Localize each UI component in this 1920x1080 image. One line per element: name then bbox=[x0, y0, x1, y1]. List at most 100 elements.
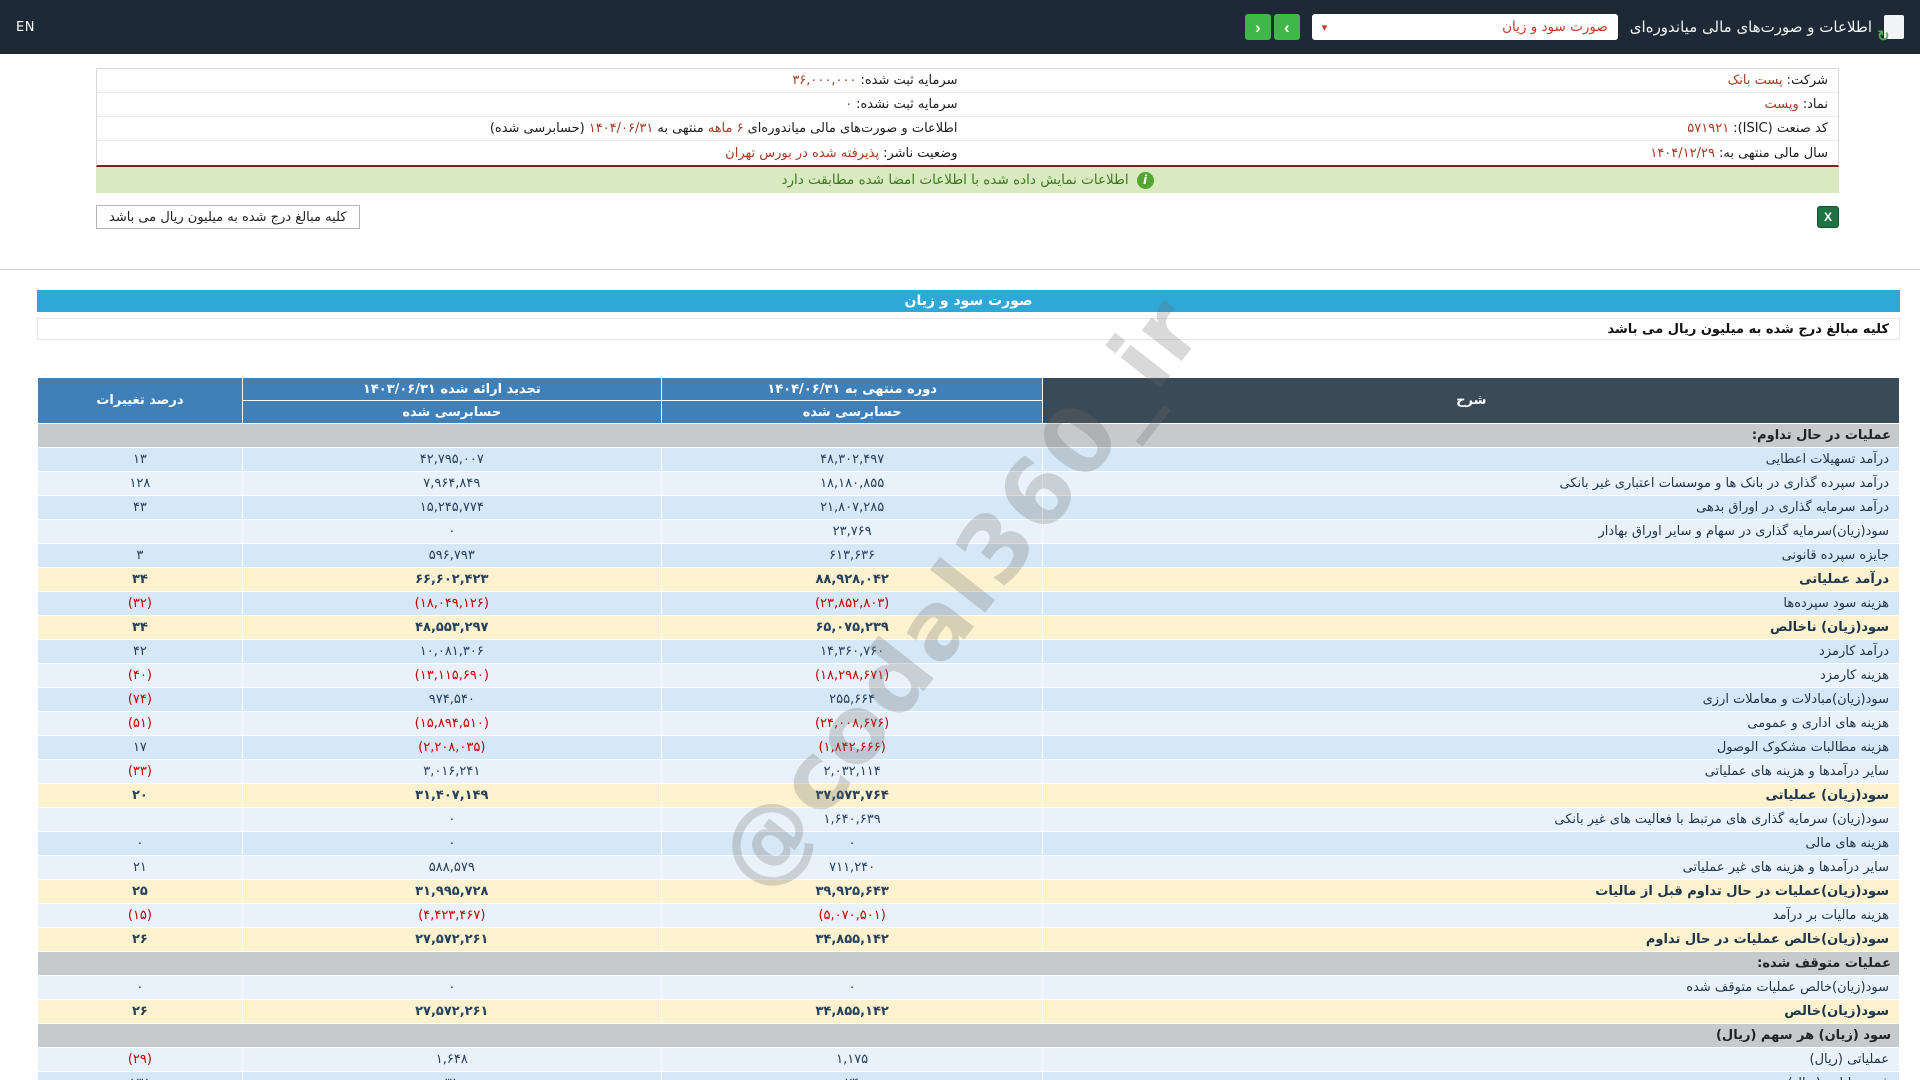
current-period-value: ۱۴,۳۶۰,۷۶۰ bbox=[660, 639, 1044, 664]
prior-period-value: (۴,۴۲۳,۴۶۷) bbox=[241, 903, 662, 928]
report-type-selected-value: صورت سود و زیان bbox=[1502, 19, 1608, 35]
prior-period-value: (۱۳,۱۱۵,۶۹۰) bbox=[241, 663, 662, 688]
statement-data-row: سود(زیان) ناخالص ۶۵,۰۷۵,۲۳۹ ۴۸,۵۵۳,۲۹۷ ۳۴ bbox=[37, 615, 1900, 640]
company-info-value: ۵۷۱۹۲۱ bbox=[1687, 121, 1730, 136]
statement-data-row: سود(زیان)سرمایه گذاری در سهام و سایر اور… bbox=[37, 519, 1900, 544]
row-description: جایزه سپرده قانونی bbox=[1042, 543, 1900, 568]
company-info-label: سرمایه ثبت شده: bbox=[860, 73, 958, 88]
row-description: هزینه مالیات بر درآمد bbox=[1042, 903, 1900, 928]
prior-period-value: ۳۱ bbox=[241, 1071, 662, 1080]
statement-data-row: درآمد سپرده گذاری در بانک ها و موسسات اع… bbox=[37, 471, 1900, 496]
prior-period-value: (۲,۲۰۸,۰۳۵) bbox=[241, 735, 662, 760]
statement-data-row: سود(زیان)عملیات در حال تداوم قبل از مالی… bbox=[37, 879, 1900, 904]
prior-period-value: ۶۶,۶۰۲,۴۲۳ bbox=[241, 567, 662, 592]
row-description: سود(زیان) عملیاتی bbox=[1042, 783, 1900, 808]
change-percent-value: (۷۴) bbox=[37, 687, 243, 712]
col-header-prior-period: تجدید ارائه شده ۱۴۰۳/۰۶/۳۱ bbox=[241, 377, 662, 401]
report-nav-buttons: › ‹ bbox=[1244, 14, 1300, 40]
section-header-row: عملیات متوقف شده: bbox=[37, 951, 1900, 976]
previous-report-button[interactable]: ‹ bbox=[1244, 14, 1271, 40]
change-percent-value: ۳ bbox=[37, 543, 243, 568]
statement-data-row: سود(زیان)خالص عملیات در حال تداوم ۳۴,۸۵۵,… bbox=[37, 927, 1900, 952]
statement-data-row: عملیاتی (ریال) ۱,۱۷۵ ۱,۶۴۸ (۲۹) bbox=[37, 1047, 1900, 1072]
change-percent-value: (۵۱) bbox=[37, 711, 243, 736]
current-period-value: (۵,۰۷۰,۵۰۱) bbox=[660, 903, 1044, 928]
current-period-value: (۱,۸۴۲,۶۶۶) bbox=[660, 735, 1044, 760]
current-period-value: (۲۴,۰۰۸,۶۷۶) bbox=[660, 711, 1044, 736]
page: { "header": { "title": "اطلاعات و صورت‌ه… bbox=[0, 0, 1920, 1080]
prior-period-value: ۱۰,۰۸۱,۳۰۶ bbox=[241, 639, 662, 664]
section-header-row: سود (زیان) هر سهم (ریال) bbox=[37, 1023, 1900, 1048]
row-description: هزینه مطالبات مشکوک الوصول bbox=[1042, 735, 1900, 760]
next-report-button[interactable]: › bbox=[1273, 14, 1300, 40]
company-info-value: وپست bbox=[1764, 97, 1799, 112]
current-period-value: ۲,۰۳۲,۱۱۴ bbox=[660, 759, 1044, 784]
statement-data-row: سود(زیان) سرمایه گذاری های مرتبط با فعال… bbox=[37, 807, 1900, 832]
prior-period-value: ۰ bbox=[241, 807, 662, 832]
company-info-panel: شرکت: پست بانک نماد: وپست کد صنعت (ISIC): … bbox=[96, 68, 1839, 167]
row-description: درآمد کارمزد bbox=[1042, 639, 1900, 664]
company-info-row-right: نماد: وپست bbox=[967, 93, 1838, 117]
prior-period-value: ۳۱,۹۹۵,۷۲۸ bbox=[241, 879, 662, 904]
change-percent-value: ۲۶ bbox=[37, 927, 243, 952]
statement-data-row: غیر عملیاتی (ریال)۷۴۳۱۱۳۸ bbox=[37, 1071, 1900, 1080]
current-period-value: ۳۹,۹۲۵,۶۴۳ bbox=[660, 879, 1044, 904]
row-description: درآمد سپرده گذاری در بانک ها و موسسات اع… bbox=[1042, 471, 1900, 496]
company-info-value: ۰ bbox=[845, 97, 853, 112]
company-info-row-left: سرمایه ثبت شده: ۳۶,۰۰۰,۰۰۰ bbox=[97, 69, 968, 93]
current-period-value: ۲۱,۸۰۷,۲۸۵ bbox=[660, 495, 1044, 520]
company-info-row-left: اطلاعات و صورت‌های مالی میاندوره‌ای ۶ ما… bbox=[97, 117, 968, 141]
current-period-value: (۲۳,۸۵۲,۸۰۳) bbox=[660, 591, 1044, 616]
statement-data-row: درآمد کارمزد ۱۴,۳۶۰,۷۶۰ ۱۰,۰۸۱,۳۰۶ ۴۲ bbox=[37, 639, 1900, 664]
prior-period-value: ۱,۶۴۸ bbox=[241, 1047, 662, 1072]
current-period-value: ۶۵,۰۷۵,۲۳۹ bbox=[660, 615, 1044, 640]
company-info-value: ۱۴۰۴/۱۲/۲۹ bbox=[1650, 145, 1715, 161]
row-description: هزینه های مالی bbox=[1042, 831, 1900, 856]
company-info-row-left: وضعیت ناشر: پذیرفته شده در بورس تهران bbox=[97, 141, 968, 165]
company-info-value: ۶ ماهه bbox=[707, 121, 744, 136]
section-header-label: عملیات در حال تداوم: bbox=[37, 423, 1900, 448]
change-percent-value: ۱۳ bbox=[37, 447, 243, 472]
excel-export-icon[interactable]: X bbox=[1817, 206, 1839, 228]
report-type-dropdown[interactable]: صورت سود و زیان ▾ bbox=[1311, 14, 1618, 40]
units-note-box: کلیه مبالغ درج شده به میلیون ریال می باش… bbox=[96, 205, 360, 229]
statement-data-row: هزینه های مالی ۰ ۰ ۰ bbox=[37, 831, 1900, 856]
change-percent-value bbox=[37, 519, 243, 544]
row-description: سایر درآمدها و هزینه های غیر عملیاتی bbox=[1042, 855, 1900, 880]
current-period-value: ۷۱۱,۲۴۰ bbox=[660, 855, 1044, 880]
prior-period-value: ۳,۰۱۶,۲۴۱ bbox=[241, 759, 662, 784]
company-info-label: شرکت: bbox=[1786, 73, 1828, 88]
company-info-row-right: سال مالی منتهی به: ۱۴۰۴/۱۲/۲۹ bbox=[968, 141, 1839, 165]
signature-match-text: اطلاعات نمایش داده شده با اطلاعات امضا ش… bbox=[781, 172, 1129, 188]
page-title: اطلاعات و صورت‌های مالی میاندوره‌ای bbox=[1629, 18, 1872, 36]
row-description: سود(زیان)مبادلات و معاملات ارزی bbox=[1042, 687, 1900, 712]
prior-period-value: ۰ bbox=[241, 519, 662, 544]
statement-data-row: درآمد سرمایه گذاری در اوراق بدهی ۲۱,۸۰۷,۲… bbox=[37, 495, 1900, 520]
info-icon: i bbox=[1136, 171, 1154, 189]
change-percent-value: ۲۵ bbox=[37, 879, 243, 904]
statement-data-row: هزینه سود سپرده‌ها (۲۳,۸۵۲,۸۰۳) (۱۸,۰۴۹,۱۲… bbox=[37, 591, 1900, 616]
statement-data-row: سایر درآمدها و هزینه های عملیاتی ۲,۰۳۲,۱۱… bbox=[37, 759, 1900, 784]
row-description: سود(زیان)عملیات در حال تداوم قبل از مالی… bbox=[1042, 879, 1900, 904]
change-percent-value bbox=[37, 807, 243, 832]
change-percent-value: ۲۰ bbox=[37, 783, 243, 808]
prior-period-value: ۲۷,۵۷۲,۲۶۱ bbox=[241, 999, 662, 1024]
company-info-label: کد صنعت (ISIC): bbox=[1733, 121, 1828, 136]
language-toggle-en[interactable]: EN bbox=[16, 20, 35, 35]
prior-period-value: ۵۸۸,۵۷۹ bbox=[241, 855, 662, 880]
company-info-label: سرمایه ثبت نشده: bbox=[856, 97, 958, 112]
company-info-value: پذیرفته شده در بورس تهران bbox=[725, 145, 880, 161]
change-percent-value: (۱۵) bbox=[37, 903, 243, 928]
statement-data-row: هزینه های اداری و عمومی (۲۴,۰۰۸,۶۷۶) (۱۵,۸… bbox=[37, 711, 1900, 736]
statement-data-row: سود(زیان)خالص ۳۴,۸۵۵,۱۴۲ ۲۷,۵۷۲,۲۶۱ ۲۶ bbox=[37, 999, 1900, 1024]
statement-data-row: درآمد عملیاتی ۸۸,۹۲۸,۰۴۲ ۶۶,۶۰۲,۴۲۳ ۳۴ bbox=[37, 567, 1900, 592]
row-description: سود(زیان)خالص bbox=[1042, 999, 1900, 1024]
prior-period-value: (۱۸,۰۴۹,۱۲۶) bbox=[241, 591, 662, 616]
section-header-label: سود (زیان) هر سهم (ریال) bbox=[37, 1023, 1900, 1048]
company-info-label: منتهی به bbox=[657, 121, 704, 136]
row-description: سود(زیان) سرمایه گذاری های مرتبط با فعال… bbox=[1042, 807, 1900, 832]
change-percent-value: (۳۳) bbox=[37, 759, 243, 784]
statement-data-row: هزینه مالیات بر درآمد (۵,۰۷۰,۵۰۱) (۴,۴۲۳,۴… bbox=[37, 903, 1900, 928]
statement-data-row: هزینه کارمزد (۱۸,۲۹۸,۶۷۱) (۱۳,۱۱۵,۶۹۰) (۴۰) bbox=[37, 663, 1900, 688]
current-period-value: ۳۴,۸۵۵,۱۴۲ bbox=[660, 927, 1044, 952]
